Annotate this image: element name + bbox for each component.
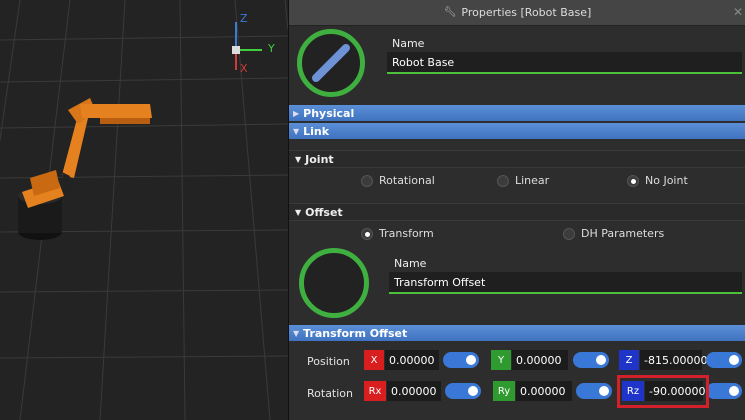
axis-rx-badge: Rx — [364, 381, 386, 401]
offset-name-label: Name — [394, 257, 427, 270]
section-link[interactable]: ▼ Link — [289, 123, 745, 139]
name-field[interactable]: Robot Base — [387, 52, 742, 74]
rotation-z-toggle[interactable] — [706, 383, 742, 399]
section-joint[interactable]: ▼ Joint — [289, 150, 745, 168]
radio-no-joint[interactable]: No Joint — [627, 174, 688, 187]
rz-highlight-box — [617, 375, 709, 408]
close-icon[interactable]: ✕ — [733, 5, 743, 19]
position-z-field[interactable]: -815.00000 — [640, 350, 707, 370]
radio-dot-selected-icon — [627, 174, 639, 187]
z-axis-label: Z — [240, 12, 248, 25]
position-y-toggle[interactable] — [573, 352, 609, 368]
section-offset[interactable]: ▼ Offset — [289, 203, 745, 221]
radio-dh-parameters[interactable]: DH Parameters — [563, 227, 664, 240]
radio-dot-icon — [361, 174, 373, 187]
chevron-down-icon: ▼ — [293, 328, 300, 338]
position-z-toggle[interactable] — [706, 352, 742, 368]
position-x-field[interactable]: 0.00000 — [385, 350, 439, 370]
panel-titlebar[interactable]: 🔧︎ Properties [Robot Base] ✕ — [289, 0, 745, 26]
chevron-down-icon: ▼ — [295, 207, 302, 217]
3d-viewport[interactable]: Z Y X — [0, 0, 288, 420]
radio-linear-label: Linear — [515, 174, 550, 187]
radio-dh-parameters-label: DH Parameters — [581, 227, 665, 240]
chevron-right-icon: ▶ — [293, 108, 300, 118]
offset-name-field[interactable]: Transform Offset — [389, 272, 742, 294]
robot-model-icon — [18, 98, 152, 240]
wrench-icon: 🔧︎ — [443, 7, 457, 18]
item-thumbnail — [297, 29, 365, 97]
section-offset-label: Offset — [305, 205, 343, 219]
section-transform-offset-label: Transform Offset — [303, 326, 408, 340]
x-axis-label: X — [240, 62, 248, 75]
radio-dot-icon — [497, 174, 509, 187]
section-link-label: Link — [303, 124, 330, 138]
radio-dot-selected-icon — [361, 227, 373, 240]
radio-transform[interactable]: Transform — [361, 227, 434, 240]
chevron-down-icon: ▼ — [293, 126, 300, 136]
rotation-y-toggle[interactable] — [576, 383, 612, 399]
properties-panel: 🔧︎ Properties [Robot Base] ✕ Name Robot … — [288, 0, 745, 420]
link-icon — [312, 44, 350, 82]
position-x-toggle[interactable] — [443, 352, 479, 368]
radio-rotational[interactable]: Rotational — [361, 174, 435, 187]
section-physical-label: Physical — [303, 106, 355, 120]
rotation-x-field[interactable]: 0.00000 — [387, 381, 441, 401]
radio-no-joint-label: No Joint — [645, 174, 688, 187]
position-y-field[interactable]: 0.00000 — [512, 350, 568, 370]
rotation-y-field[interactable]: 0.00000 — [516, 381, 572, 401]
axis-z-badge: Z — [619, 350, 639, 370]
radio-linear[interactable]: Linear — [497, 174, 549, 187]
rotation-x-toggle[interactable] — [445, 383, 481, 399]
section-transform-offset[interactable]: ▼ Transform Offset — [289, 325, 745, 341]
radio-rotational-label: Rotational — [379, 174, 435, 187]
position-label: Position — [307, 355, 350, 368]
panel-title: Properties [Robot Base] — [461, 6, 592, 19]
offset-thumbnail — [299, 248, 369, 318]
rotation-label: Rotation — [307, 387, 354, 400]
chevron-down-icon: ▼ — [295, 154, 302, 164]
y-axis-label: Y — [268, 42, 275, 55]
app-window: Z Y X 🔧︎ Properties [Robot Base] ✕ Name … — [0, 0, 745, 420]
axis-x-badge: X — [364, 350, 384, 370]
axis-y-badge: Y — [491, 350, 511, 370]
radio-dot-icon — [563, 227, 575, 240]
radio-transform-label: Transform — [379, 227, 434, 240]
axis-ry-badge: Ry — [493, 381, 515, 401]
section-physical[interactable]: ▶ Physical — [289, 105, 745, 121]
section-joint-label: Joint — [305, 152, 334, 166]
name-label: Name — [392, 37, 425, 50]
